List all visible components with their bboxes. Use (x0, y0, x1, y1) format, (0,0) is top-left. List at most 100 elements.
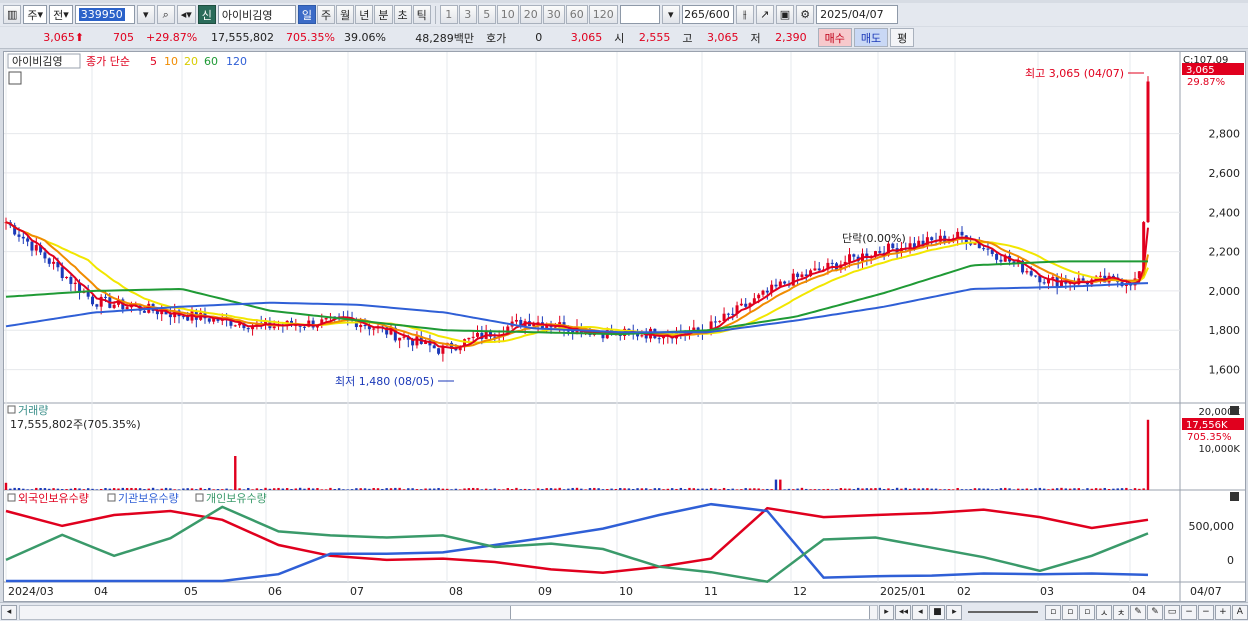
tool-icon[interactable]: ✎ (1147, 604, 1164, 620)
scroll-left-icon[interactable]: ◂ (1, 604, 17, 620)
period-button[interactable]: 년 (355, 5, 374, 24)
search-icon[interactable]: ⌕ (156, 5, 175, 24)
period-button[interactable]: 틱 (412, 5, 431, 24)
bottom-bar: ◂ ▸ ◂◂ ◂ ■ ▸ ▫ ▫ ▫ ㅅ ㅊ ✎ ✎ ▭ − − + A (0, 602, 1248, 621)
volume-bar (26, 489, 29, 490)
draw-tool-icon[interactable]: ↗ (755, 5, 774, 24)
volume-bar (497, 489, 501, 490)
chart-type-icon[interactable]: ▥ (3, 5, 22, 24)
speaker-icon[interactable]: ◂▾ (176, 5, 196, 24)
eval-button[interactable]: 평 (890, 28, 915, 47)
period-button[interactable]: 일 (297, 5, 317, 24)
interval-button[interactable]: 1 (439, 5, 458, 24)
legend-ma10: 10 (164, 55, 178, 68)
foreign-holdings-line (5, 506, 1149, 575)
volume-bar (701, 488, 704, 490)
count-input[interactable]: 265/600 (681, 5, 734, 24)
divider (434, 5, 436, 24)
interval-button[interactable]: 20 (519, 5, 542, 24)
tool-icon[interactable]: ▫ (1062, 604, 1079, 620)
period-button[interactable]: 초 (393, 5, 412, 24)
tool-icon[interactable]: ✎ (1130, 604, 1147, 620)
period-button[interactable]: 주 (317, 5, 336, 24)
tool-icon[interactable]: ▫ (1079, 604, 1096, 620)
volume-bar (999, 488, 1003, 490)
custom-interval-input[interactable] (619, 5, 660, 24)
candle-body (982, 248, 986, 250)
zoom-slider[interactable] (968, 611, 1039, 613)
candle-body (112, 304, 116, 308)
candle-body (765, 290, 769, 293)
volume-bar (1142, 488, 1145, 490)
volume-bar (108, 488, 112, 490)
minus-icon[interactable]: − (1180, 604, 1197, 620)
close-icon[interactable] (1230, 492, 1239, 501)
volume-bar (298, 487, 302, 490)
scroll-right-icon[interactable]: ▸ (878, 604, 895, 620)
buy-button[interactable]: 매수 (817, 28, 852, 47)
save-icon[interactable]: ▣ (775, 5, 795, 24)
current-price: 3,065⬆ (3, 31, 89, 44)
font-size-icon[interactable]: A (1231, 604, 1248, 620)
volume-bar (908, 488, 912, 490)
dropdown-icon[interactable]: ▾ (136, 5, 155, 24)
scrollbar-track[interactable] (18, 604, 878, 620)
volume-bar (69, 488, 73, 490)
prev-icon[interactable]: ◂ (912, 604, 929, 620)
stock-chart[interactable]: 2,800 2,600 2,400 2,200 2,000 1,800 1,600 2024/… (3, 51, 1246, 602)
stock-code-input[interactable]: 339950 (74, 5, 135, 24)
first-page-icon[interactable]: ◂◂ (895, 604, 912, 620)
period-button[interactable]: 분 (374, 5, 393, 24)
volume-tag-text: 17,556K (1186, 420, 1228, 431)
interval-button[interactable]: 60 (565, 5, 588, 24)
candle-body (363, 324, 367, 327)
scrollbar-thumb[interactable] (509, 605, 870, 619)
tool-icon[interactable]: ▭ (1164, 604, 1180, 620)
minus-icon[interactable]: − (1197, 604, 1214, 620)
legend-institution: 기관보유수량 (118, 492, 179, 505)
next-icon[interactable]: ▸ (946, 604, 963, 620)
tool-icon[interactable]: ㅅ (1096, 604, 1113, 620)
interval-button[interactable]: 10 (496, 5, 519, 24)
plus-icon[interactable]: + (1214, 604, 1231, 620)
volume-bar (74, 487, 77, 490)
volume-bar (991, 489, 994, 490)
table-toggle-icon[interactable] (8, 71, 22, 85)
volume-bar (376, 488, 380, 490)
candle-body (359, 324, 363, 328)
candle-body (91, 296, 95, 305)
volume-bar (104, 488, 107, 490)
interval-button[interactable]: 120 (588, 5, 618, 24)
volume-bar (528, 489, 531, 490)
volume-bar (22, 488, 25, 490)
market-type-select[interactable]: 전 ▾ (49, 5, 73, 24)
interval-button[interactable]: 5 (477, 5, 496, 24)
volume-bar (30, 489, 34, 490)
volume-bar (848, 488, 851, 490)
candle-settings-icon[interactable]: ⫲ (735, 5, 754, 24)
sell-button[interactable]: 매도 (853, 28, 889, 47)
tool-icon[interactable]: ㅊ (1113, 604, 1130, 620)
volume-bar (606, 489, 609, 490)
chart-canvas[interactable]: 2,800 2,600 2,400 2,200 2,000 1,800 1,600 2024/… (4, 52, 1245, 601)
stop-icon[interactable]: ■ (929, 604, 946, 620)
period-button[interactable]: 월 (336, 5, 355, 24)
interval-button[interactable]: 3 (458, 5, 477, 24)
volume-bar (125, 488, 129, 490)
candle-body (930, 237, 934, 241)
dropdown-icon[interactable]: ▾ (661, 5, 680, 24)
close-icon[interactable] (1230, 406, 1239, 415)
turnover: 39.06% (344, 31, 386, 44)
date-input[interactable]: 2025/04/07 (816, 5, 899, 24)
volume-bar (1107, 489, 1111, 490)
volume-bar (593, 487, 596, 490)
gear-icon[interactable]: ⚙ (796, 5, 815, 24)
volume-ratio: 705.35% (286, 31, 335, 44)
market-select[interactable]: 주 ▾ (23, 5, 48, 24)
volume-bar (822, 489, 825, 490)
volume-bar (437, 487, 440, 490)
candle-body (73, 282, 77, 284)
tool-icon[interactable]: ▫ (1045, 604, 1062, 620)
volume-bar (78, 488, 81, 490)
interval-button[interactable]: 30 (542, 5, 565, 24)
